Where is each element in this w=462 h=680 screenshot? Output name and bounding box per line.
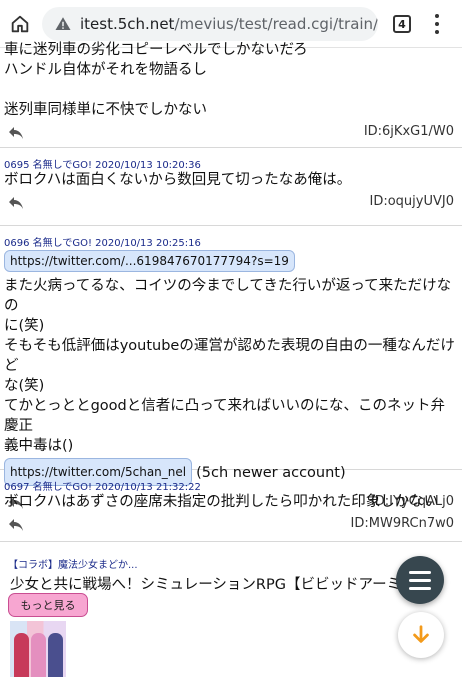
post-line: 迷列車同様単に不快でしかない — [4, 102, 207, 118]
post-body: ボロクハは面白くないから数回見て切ったなあ俺は。 — [4, 170, 458, 190]
post-footer: ID:MW9RCn7w0 — [4, 512, 458, 538]
post-line: に(笑) — [4, 318, 45, 334]
post-line: な(笑) — [4, 378, 45, 394]
reply-icon[interactable] — [8, 518, 24, 532]
post: 0696 名無しでGO! 2020/10/13 20:25:16 https:/… — [0, 226, 462, 509]
home-icon — [11, 15, 29, 32]
tab-switcher-button[interactable]: 4 — [393, 15, 411, 33]
post-body: 車に迷列車の劣化コピーレベルでしかないだろ ハンドル自体がそれを物語るし 迷列車… — [4, 40, 458, 120]
post: 車に迷列車の劣化コピーレベルでしかないだろ ハンドル自体がそれを物語るし 迷列車… — [0, 40, 462, 148]
arrow-down-icon — [413, 625, 429, 643]
post-line: また火病ってるな、コイツの今までしてきた行いが返って来ただけなの — [4, 278, 452, 314]
post-header[interactable]: 0695 名無しでGO! 2020/10/13 10:20:36 — [4, 148, 458, 171]
thread-content: 車に迷列車の劣化コピーレベルでしかないだろ ハンドル自体がそれを物語るし 迷列車… — [0, 42, 462, 542]
post-footer: ID:6jKxG1/W0 — [4, 120, 458, 148]
post-line: てかとっととgoodと信者に凸って来ればいいのにな、このネット弁慶正 — [4, 398, 445, 434]
post-id[interactable]: ID:MW9RCn7w0 — [351, 516, 454, 531]
reply-icon[interactable] — [8, 126, 24, 140]
url-text: itest.5ch.net/mevius/test/read.cgi/train… — [80, 15, 378, 33]
not-secure-warning-icon[interactable] — [54, 15, 72, 33]
post-line: ハンドル自体がそれを物語るし — [4, 62, 207, 78]
ad-banner[interactable]: 【コラボ】魔法少女まどか... 少女と共に戦場へ！シミュレーションRPG【ビビッ… — [0, 551, 462, 680]
post-id[interactable]: ID:oqujyUVJ0 — [370, 194, 455, 209]
hamburger-icon-bar — [409, 570, 431, 574]
scroll-down-button[interactable] — [398, 612, 444, 658]
more-button[interactable]: もっと見る — [8, 593, 88, 617]
post: 0697 名無しでGO! 2020/10/13 21:32:22 ボロクハはあず… — [0, 470, 462, 542]
browser-menu-icon[interactable] — [430, 12, 444, 36]
post-body: また火病ってるな、コイツの今までしてきた行いが返って来ただけなの に(笑) そも… — [4, 276, 458, 490]
post-body: ボロクハはあずさの座席未指定の批判したら叩かれた印象しかない — [4, 492, 458, 512]
post-line-blank — [4, 80, 458, 100]
post: 0695 名無しでGO! 2020/10/13 10:20:36 ボロクハは面白… — [0, 148, 462, 226]
post-id[interactable]: ID:6jKxG1/W0 — [364, 124, 454, 139]
ad-text[interactable]: 少女と共に戦場へ！シミュレーションRPG【ビビッドアーミー】 — [10, 573, 430, 594]
post-line: ボロクハはあずさの座席未指定の批判したら叩かれた印象しかない — [4, 494, 439, 510]
hamburger-icon-bar — [409, 578, 431, 582]
address-bar[interactable]: itest.5ch.net/mevius/test/read.cgi/train… — [42, 7, 378, 41]
ad-title[interactable]: 【コラボ】魔法少女まどか... — [8, 556, 138, 571]
post-line: 車に迷列車の劣化コピーレベルでしかないだろ — [4, 42, 308, 58]
post-footer: ID:oqujyUVJ0 — [4, 190, 458, 218]
menu-fab-button[interactable] — [396, 556, 444, 604]
hamburger-icon-bar — [409, 586, 431, 590]
twitter-link[interactable]: https://twitter.com/...619847670177794?s… — [4, 250, 295, 272]
reply-icon[interactable] — [8, 196, 24, 210]
post-header[interactable]: 0696 名無しでGO! 2020/10/13 20:25:16 — [4, 226, 458, 249]
post-line: 義中毒は() — [4, 438, 74, 454]
ad-thumbnail-image[interactable] — [10, 621, 66, 677]
post-line: そもそも低評価はyoutubeの運営が認めた表現の自由の一種なんだけど — [4, 338, 455, 374]
post-line: ボロクハは面白くないから数回見て切ったなあ俺は。 — [4, 172, 352, 188]
post-header[interactable]: 0697 名無しでGO! 2020/10/13 21:32:22 — [4, 470, 458, 493]
